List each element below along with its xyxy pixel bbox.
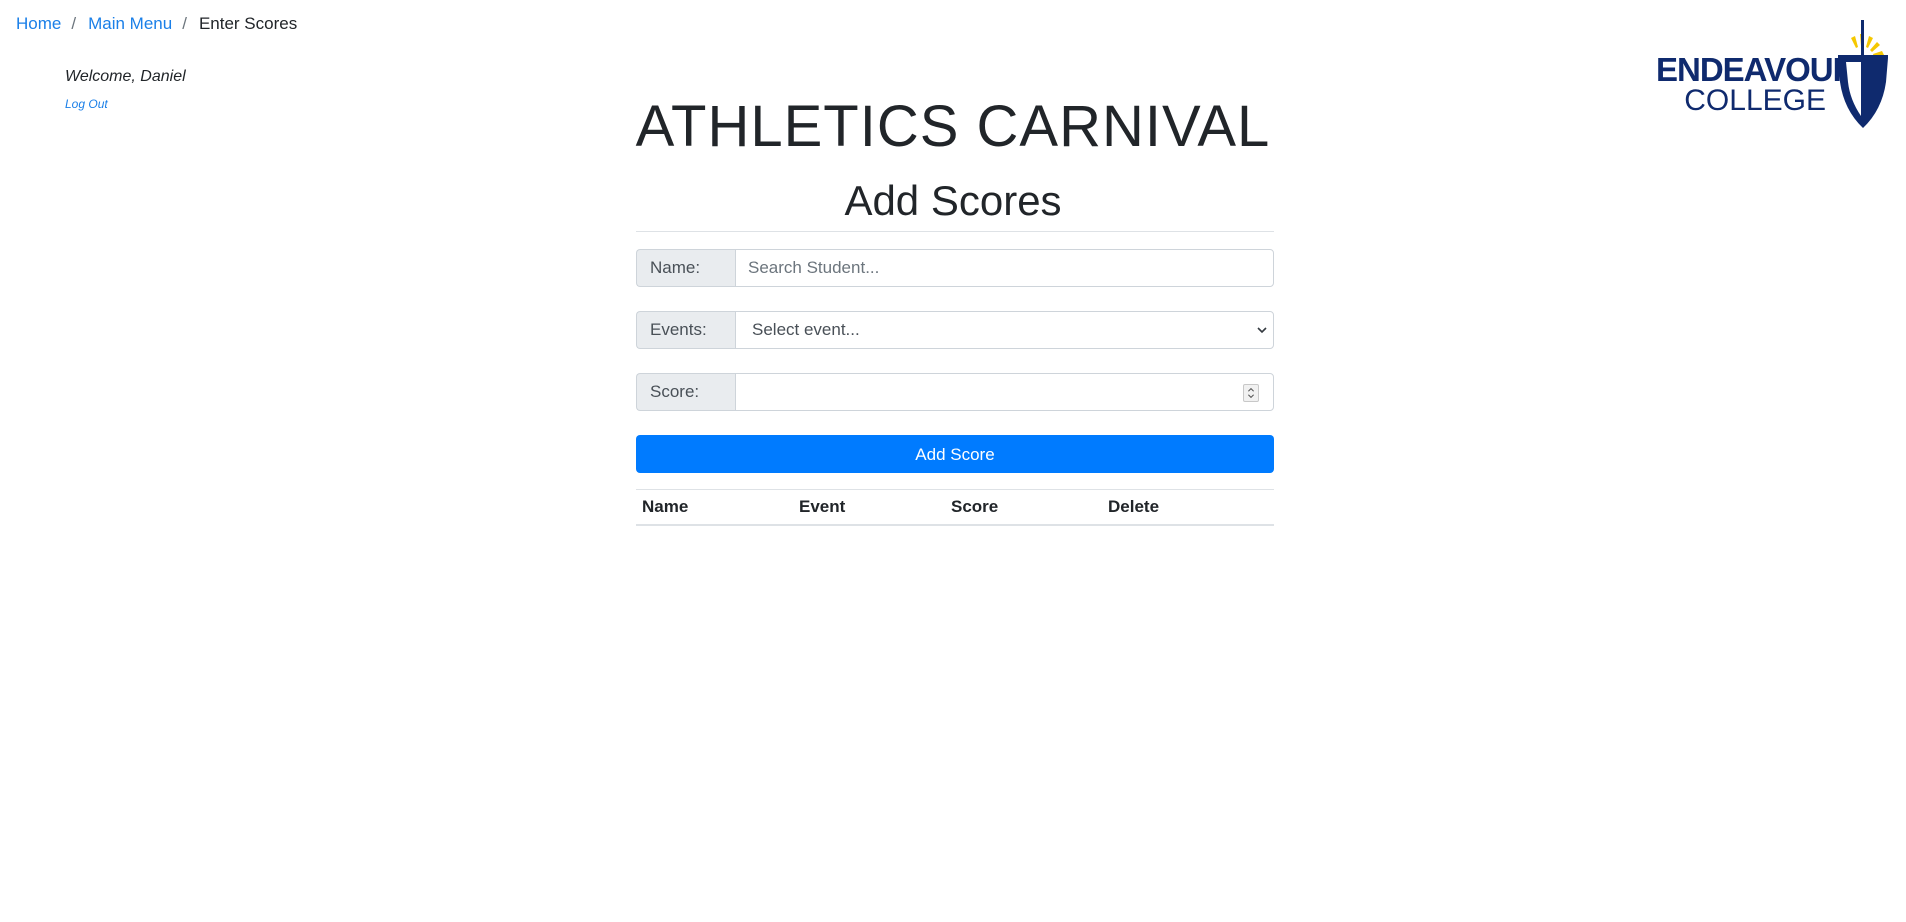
table-header-row: Name Event Score Delete: [636, 490, 1274, 524]
welcome-text: Welcome, Daniel: [65, 68, 186, 85]
breadcrumb-separator: /: [182, 14, 187, 33]
scores-table: Name Event Score Delete: [636, 489, 1274, 526]
name-row: Name: Search Student...: [636, 249, 1274, 287]
table-header-border: [636, 524, 1274, 526]
student-search-input[interactable]: Search Student...: [735, 249, 1274, 287]
event-select[interactable]: Select event...: [735, 311, 1274, 349]
title-divider: [636, 231, 1274, 232]
name-label-addon: Name:: [636, 249, 735, 287]
breadcrumb: Home / Main Menu / Enter Scores: [16, 14, 297, 34]
column-header-delete: Delete: [1108, 497, 1160, 516]
breadcrumb-main-menu-link[interactable]: Main Menu: [88, 14, 172, 34]
score-row: Score:: [636, 373, 1274, 411]
column-header-name: Name: [642, 497, 689, 516]
events-label: Events:: [650, 320, 707, 339]
page: Home / Main Menu / Enter Scores Welcome,…: [0, 0, 1906, 922]
section-title: Add Scores: [844, 177, 1062, 224]
score-label-addon: Score:: [636, 373, 735, 411]
column-header-score: Score: [951, 497, 999, 516]
event-select-value: Select event...: [752, 320, 860, 339]
logo-line1: ENDEAVOUR: [1656, 51, 1856, 88]
page-title: ATHLETICS CARNIVAL: [635, 94, 1271, 159]
breadcrumb-home-link[interactable]: Home: [16, 14, 61, 34]
number-spinner-icon[interactable]: [1243, 384, 1259, 402]
breadcrumb-separator: /: [71, 14, 77, 33]
column-header-event: Event: [799, 497, 846, 516]
chevron-down-icon: [1257, 327, 1267, 334]
score-label: Score:: [650, 382, 700, 401]
student-search-placeholder: Search Student...: [748, 258, 880, 277]
events-label-addon: Events:: [636, 311, 735, 349]
add-score-button[interactable]: Add Score: [636, 435, 1274, 473]
name-label: Name:: [650, 258, 701, 277]
score-input[interactable]: [735, 373, 1274, 411]
events-row: Events: Select event...: [636, 311, 1274, 349]
breadcrumb-current: Enter Scores: [198, 14, 298, 33]
